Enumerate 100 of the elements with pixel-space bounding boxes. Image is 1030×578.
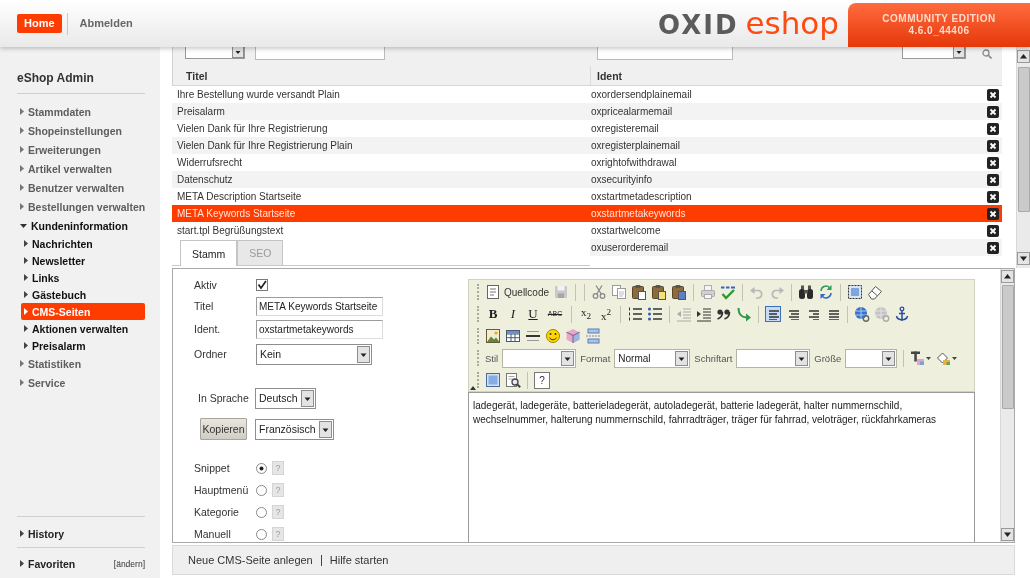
sidebar-item[interactable]: Service [17,373,145,392]
text-field[interactable]: META Keywords Startseite [256,296,383,316]
binoculars-icon[interactable] [798,284,815,300]
sidebar-item[interactable]: Statistiken [17,354,145,373]
text-color-icon[interactable] [910,350,933,366]
scrollbar[interactable] [1000,269,1014,542]
delete-icon[interactable] [987,241,999,254]
scroll-up-icon[interactable] [1001,270,1014,283]
delete-icon[interactable] [987,88,999,101]
document-icon[interactable] [485,284,501,300]
delete-icon[interactable] [987,156,999,169]
caret-down-icon[interactable] [795,350,809,366]
delete-icon[interactable] [987,224,999,237]
dropdown-field[interactable]: Normal [614,348,691,368]
scroll-down-icon[interactable] [1017,252,1030,265]
sidebar-item[interactable]: Artikel verwalten [17,159,145,178]
delete-icon[interactable] [987,173,999,186]
preview-icon[interactable] [505,372,521,388]
copy-button[interactable]: Kopieren [200,418,247,440]
scissors-icon[interactable] [591,284,608,300]
table-row[interactable]: Datenschutz oxsecurityinfo [172,171,1002,188]
table-row[interactable]: Preisalarm oxpricealarmemail [172,103,1002,120]
italic-button[interactable]: I [505,306,521,322]
sidebar-item[interactable]: Favoriten [ändern] [17,554,145,573]
select-field[interactable]: Kein [256,343,372,365]
filter-field[interactable] [597,47,733,60]
globe-link-icon[interactable] [854,306,870,322]
column-header[interactable]: Ident [590,66,1002,85]
caret-down-icon[interactable] [318,420,332,438]
sidebar-item[interactable]: Bestellungen verwalten [17,197,145,216]
delete-icon[interactable] [987,207,999,220]
horizontal-rule-icon[interactable] [525,328,541,344]
sidebar-item[interactable]: Stammdaten [17,102,145,121]
scroll-down-icon[interactable] [1001,528,1014,541]
clipboard-icon[interactable] [651,284,668,300]
sidebar-subitem[interactable]: Gästebuch [21,286,145,303]
sidebar-subitem[interactable]: Nachrichten [21,235,145,252]
table-row[interactable]: oxuserorderemail [590,239,1002,256]
bullet-list-icon[interactable] [647,306,663,322]
caret-down-icon[interactable] [675,350,689,366]
source-button[interactable]: Quellcode [485,284,550,300]
swap-arrows-icon[interactable] [818,284,835,300]
footer-link[interactable]: Neue CMS-Seite anlegen [188,554,313,566]
filter-select[interactable] [902,47,966,59]
checkbox[interactable] [256,279,268,291]
sidebar-subitem[interactable]: Preisalarm [21,337,145,354]
scrollbar-thumb[interactable] [1017,67,1030,212]
script-button[interactable]: x$_{2}$ [578,303,594,325]
sidebar-subitem[interactable]: Links [21,269,145,286]
numbered-list-icon[interactable] [627,306,643,322]
anchor-icon[interactable] [894,306,910,322]
scroll-up-icon[interactable] [1017,50,1030,63]
radio-button[interactable] [256,462,267,474]
nav-button[interactable]: Abmelden [72,14,140,33]
text-field[interactable]: oxstartmetakeywords [256,319,383,339]
eraser-icon[interactable] [867,284,884,300]
bold-button[interactable]: B [485,306,501,322]
align-left-icon[interactable] [765,306,781,322]
dropdown-field[interactable] [736,348,811,368]
column-header[interactable]: Titel [173,69,590,82]
editor-area[interactable] [468,392,975,542]
sidebar-item[interactable]: Shopeinstellungen [17,121,145,140]
radio-button[interactable] [256,484,267,496]
check-mark-icon[interactable] [720,284,737,300]
collapse-icon[interactable] [470,386,476,390]
page-break-icon[interactable] [585,328,601,344]
about-button[interactable]: ? [534,371,550,389]
caret-down-icon[interactable] [882,350,896,366]
scrollbar-thumb[interactable] [1001,285,1014,409]
caret-down-icon[interactable] [300,389,314,407]
select-field[interactable]: Französisch [255,418,334,440]
sidebar-item[interactable]: History [17,524,145,543]
radio-button[interactable] [256,506,267,518]
script-button[interactable]: x$^{2}$ [598,304,614,324]
sidebar-subitem[interactable]: CMS-Seiten [21,303,145,320]
caret-down-icon[interactable] [953,47,965,58]
delete-icon[interactable] [987,122,999,135]
table-icon[interactable] [505,328,521,344]
delete-icon[interactable] [987,139,999,152]
smiley-icon[interactable] [545,328,561,344]
footer-link[interactable]: Hilfe starten [329,554,389,566]
cube-icon[interactable] [565,328,581,344]
dropdown-field[interactable] [502,348,577,368]
clipboard-icon[interactable] [631,284,648,300]
select-field[interactable]: Deutsch [255,387,316,409]
caret-down-icon[interactable] [357,345,370,363]
maximize-icon[interactable] [485,372,501,388]
scrollbar[interactable] [1016,47,1030,268]
dropdown-field[interactable] [845,348,898,368]
sidebar-item[interactable]: Kundeninformation [17,216,145,235]
select-all-icon[interactable] [847,284,864,300]
caret-down-icon[interactable] [232,47,244,58]
edit-link[interactable]: [ändern] [113,558,145,569]
radio-button[interactable] [256,528,267,540]
caret-down-icon[interactable] [561,350,575,366]
indent-icon[interactable] [696,306,712,322]
table-row[interactable]: Vielen Dank für Ihre Registrierung Plain oxregisterplainemail [172,137,1002,154]
sidebar-item[interactable]: Erweiterungen [17,140,145,159]
image-icon[interactable] [485,328,501,344]
nav-button[interactable]: Home [17,14,62,33]
